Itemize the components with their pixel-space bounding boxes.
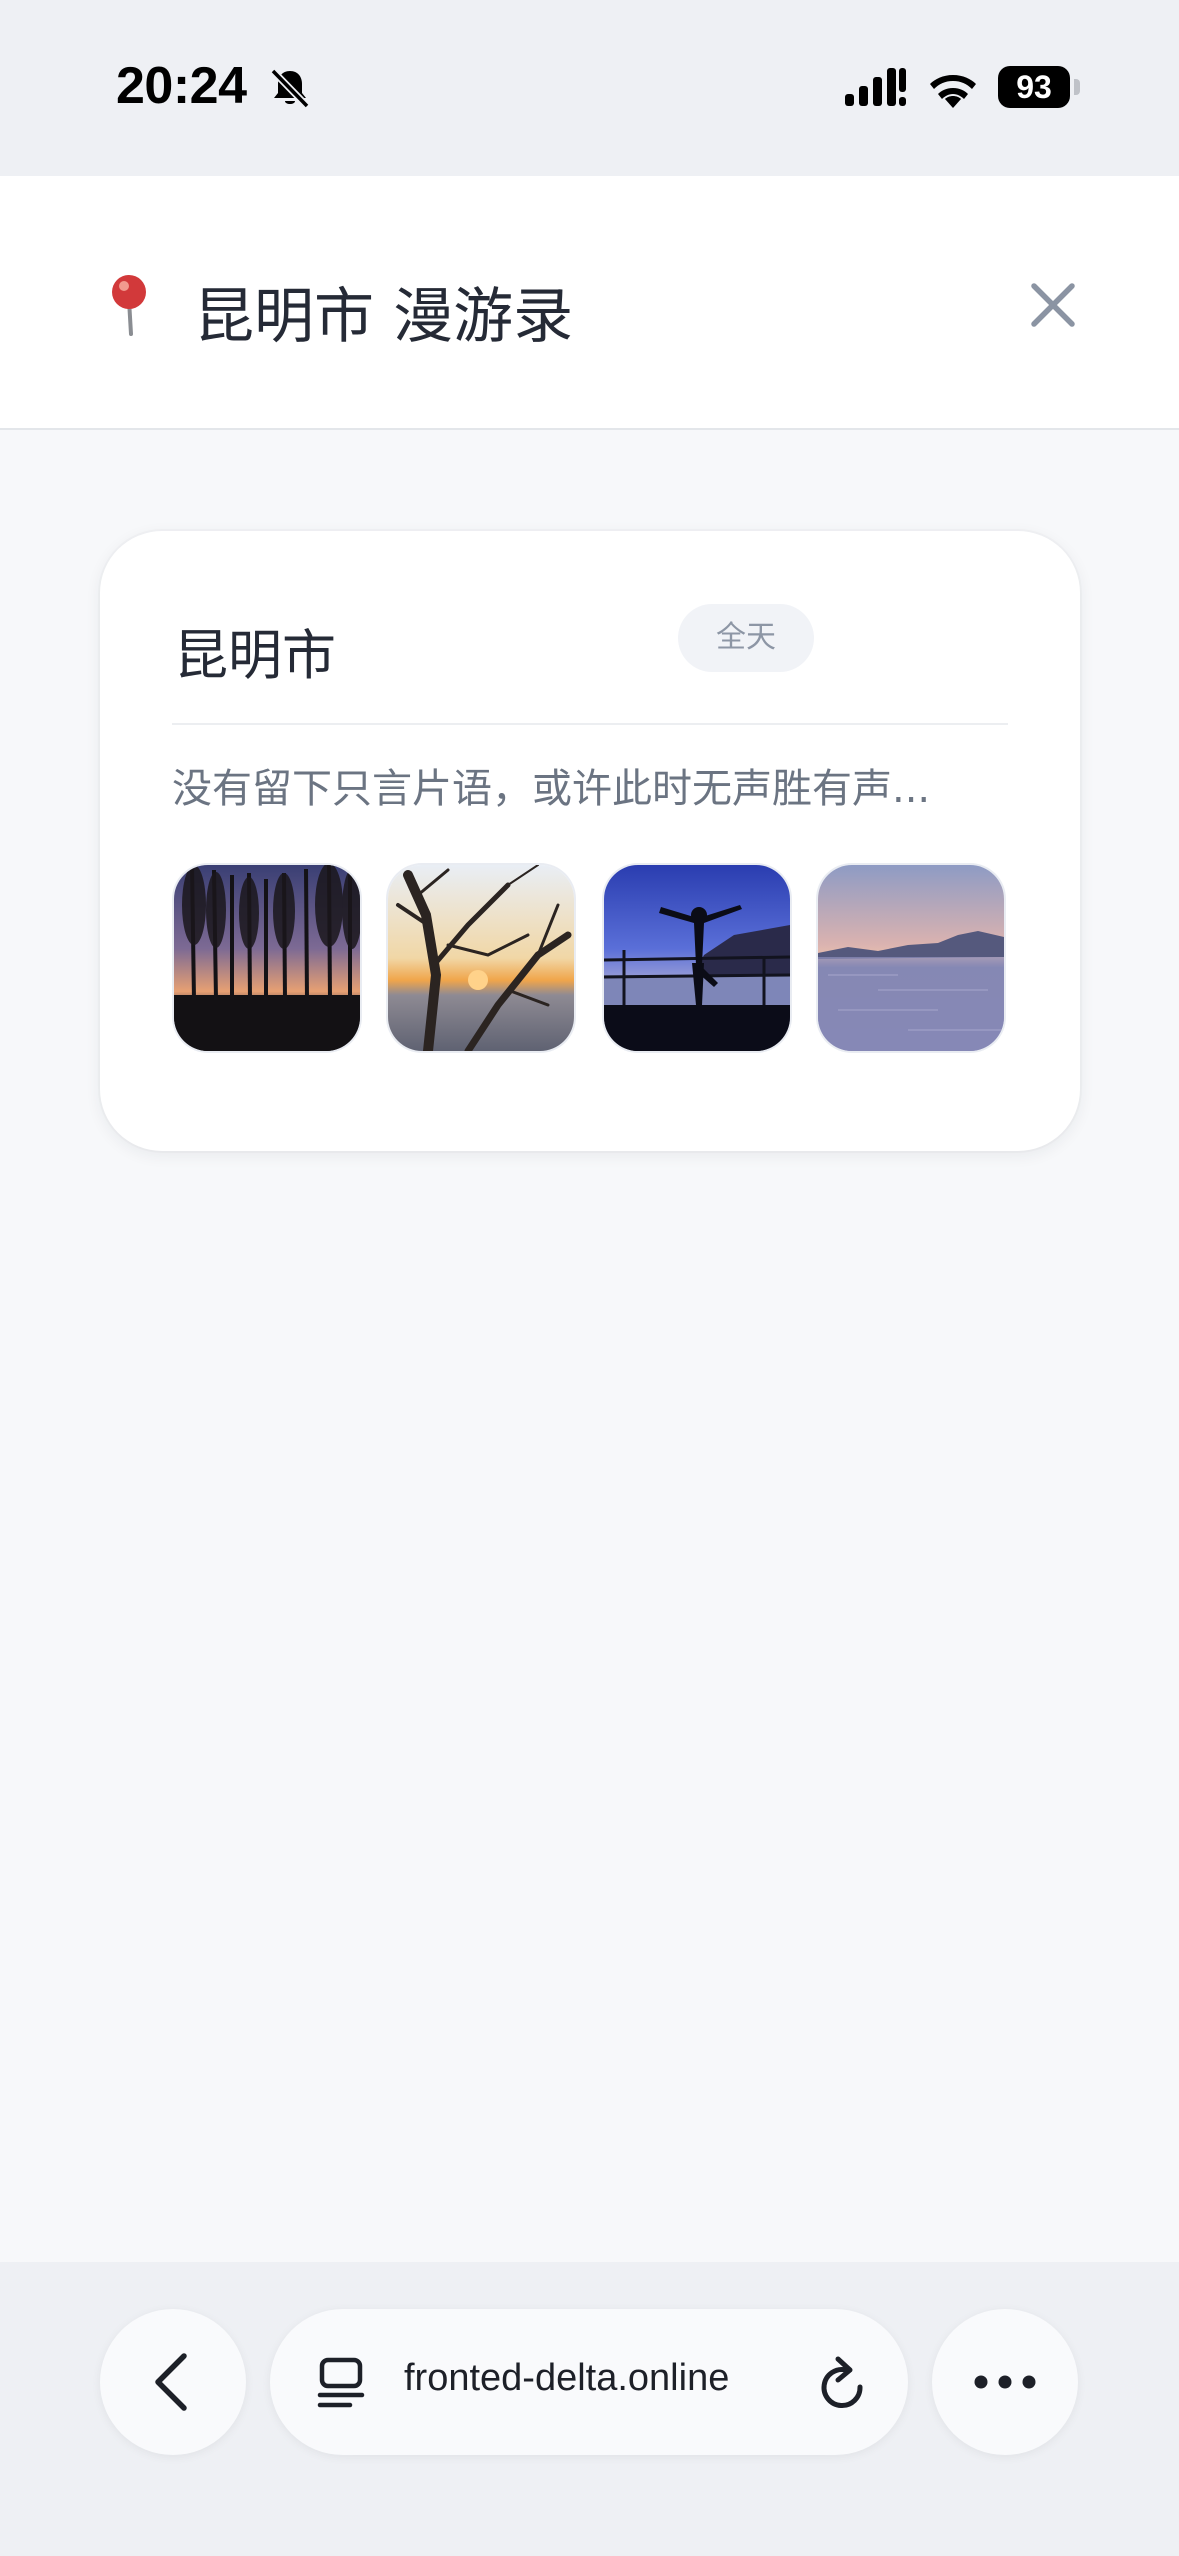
url-text: fronted-delta.online [404, 2357, 730, 2399]
back-button[interactable] [100, 2309, 246, 2455]
card-city-title: 昆明市 [174, 624, 336, 687]
journal-card[interactable]: 昆明市 全天 没有留下只言片语，或许此时无声胜有声... [100, 531, 1080, 1151]
photo-person-silhouette [604, 865, 790, 1051]
chevron-left-icon [155, 2353, 187, 2411]
photo-bare-tree [388, 865, 574, 1051]
photo-thumbnail[interactable] [604, 865, 790, 1051]
cellular-signal-icon [845, 68, 906, 106]
divider [172, 723, 1008, 725]
browser-toolbar: fronted-delta.online [0, 2262, 1179, 2556]
photo-thumbnail[interactable] [174, 865, 360, 1051]
photo-thumbnail[interactable] [388, 865, 574, 1051]
pin-icon [112, 275, 146, 336]
photo-tree-silhouettes [174, 865, 360, 1051]
card-note: 没有留下只言片语，或许此时无声胜有声... [172, 766, 931, 812]
photo-lake-dusk [818, 865, 1004, 1051]
time-badge: 全天 [678, 604, 814, 672]
bell-muted-icon [270, 68, 310, 109]
photo-thumbnail[interactable] [818, 865, 1004, 1051]
status-time: 20:24 [116, 57, 247, 115]
close-icon[interactable] [1028, 280, 1078, 330]
more-button[interactable] [932, 2309, 1078, 2455]
more-icon [974, 2375, 1036, 2389]
address-bar[interactable]: fronted-delta.online [270, 2309, 908, 2455]
page-title: 昆明市 漫游录 [194, 282, 574, 352]
status-bar: 20:24 93 [0, 0, 1179, 176]
battery-level: 93 [1016, 69, 1052, 105]
page-header: 昆明市 漫游录 [0, 176, 1179, 430]
reload-icon[interactable] [816, 2353, 872, 2413]
battery-icon: 93 [998, 66, 1080, 108]
wifi-icon [930, 75, 976, 108]
tabs-icon [317, 2357, 365, 2408]
